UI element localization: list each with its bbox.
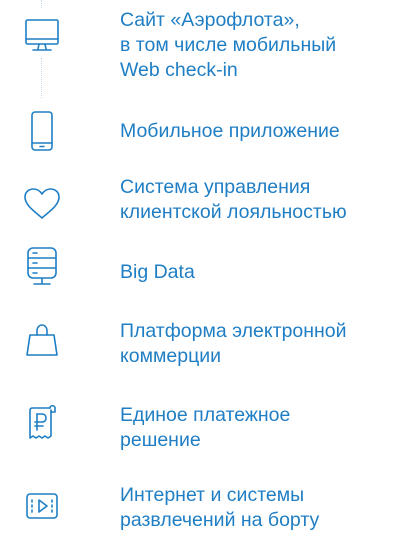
list-item-label: Big Data xyxy=(120,261,195,283)
services-list: Сайт «Аэрофлота», в том числе мобильный … xyxy=(0,0,420,533)
mobile-phone-icon xyxy=(18,107,66,155)
heart-icon xyxy=(18,180,66,228)
ruble-receipt-icon xyxy=(18,398,66,446)
database-server-icon xyxy=(18,242,66,290)
list-item-mobile-app: Мобильное приложение xyxy=(0,107,420,159)
video-play-icon xyxy=(18,482,66,530)
list-item-entertainment: Интернет и системы развлечений на борту xyxy=(0,483,420,535)
list-item-label: Единое платежное решение xyxy=(120,404,291,451)
connector-line-top xyxy=(41,0,42,8)
list-item-payment: Единое платежное решение xyxy=(0,398,420,454)
list-item-website: Сайт «Аэрофлота», в том числе мобильный … xyxy=(0,8,420,98)
shopping-bag-icon xyxy=(18,317,66,365)
connector-line xyxy=(41,58,42,98)
list-item-ecommerce: Платформа электронной коммерции xyxy=(0,314,420,370)
desktop-computer-icon xyxy=(18,12,66,60)
list-item-big-data: Big Data xyxy=(0,242,420,290)
list-item-label: Платформа электронной коммерции xyxy=(120,320,347,367)
list-item-label: Мобильное приложение xyxy=(120,120,340,142)
list-item-label: Сайт «Аэрофлота», в том числе мобильный … xyxy=(120,9,337,81)
list-item-label: Система управления клиентской лояльность… xyxy=(120,176,347,223)
list-item-label: Интернет и системы развлечений на борту xyxy=(120,484,320,531)
list-item-loyalty: Система управления клиентской лояльность… xyxy=(0,172,420,228)
